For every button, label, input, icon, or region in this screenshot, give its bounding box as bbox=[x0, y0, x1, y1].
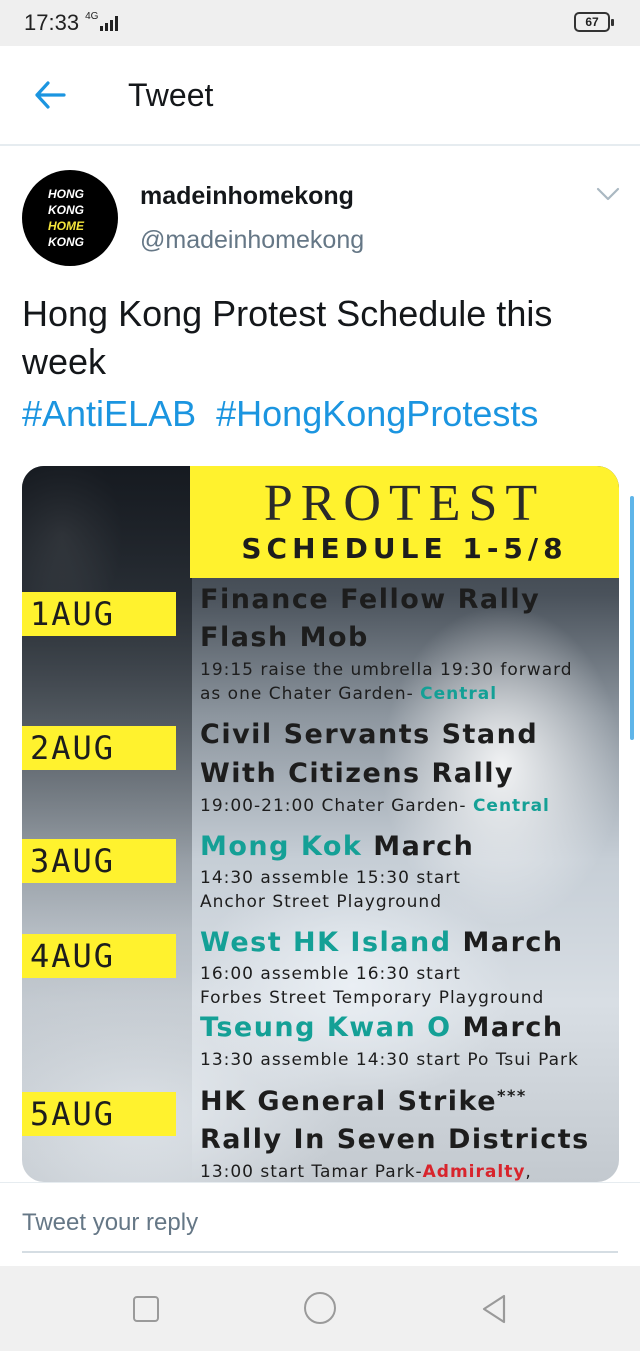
event-details-segment: as one Chater Garden- bbox=[200, 684, 421, 704]
event-title: Tseung Kwan O March bbox=[200, 1012, 564, 1043]
tweet-text: Hong Kong Protest Schedule this week bbox=[22, 293, 553, 382]
event-details-segment: 14:30 assemble 15:30 start bbox=[200, 868, 461, 888]
signal-icon bbox=[100, 15, 119, 31]
event-title: HK General Strike*** bbox=[200, 1086, 527, 1117]
system-nav-bar bbox=[0, 1266, 640, 1351]
poster-subtitle: SCHEDULE 1-5/8 bbox=[241, 532, 568, 565]
avatar[interactable]: HONG KONG HOME KONG bbox=[22, 170, 118, 266]
event-details-segment: 19:15 raise the umbrella 19:30 forward bbox=[200, 660, 573, 680]
day-tag: 3AUG bbox=[22, 839, 176, 883]
avatar-text-2: KONG bbox=[48, 203, 84, 217]
avatar-text-3: HOME bbox=[48, 219, 84, 233]
display-name[interactable]: madeinhomekong bbox=[140, 182, 354, 211]
hashtags: #AntiELAB #HongKongProtests bbox=[22, 390, 548, 438]
square-icon[interactable] bbox=[133, 1296, 159, 1322]
network-type: 4G bbox=[85, 10, 99, 22]
event-title-segment: *** bbox=[497, 1086, 527, 1105]
tweet-media-image[interactable]: PROTEST SCHEDULE 1-5/8 1AUG Finance Fello… bbox=[22, 466, 619, 1182]
event-details-segment: Central bbox=[420, 684, 498, 704]
event-title: With Citizens Rally bbox=[200, 758, 514, 789]
event-details: 13:30 assemble 14:30 start Po Tsui Park bbox=[200, 1050, 579, 1070]
event-title-segment: Finance Fellow Rally bbox=[200, 584, 541, 615]
status-bar: 17:33 4G 67 bbox=[0, 0, 640, 46]
event-details: Anchor Street Playground bbox=[200, 892, 442, 912]
event-title-segment: HK General Strike bbox=[200, 1086, 498, 1117]
event-details: 16:00 assemble 16:30 start bbox=[200, 964, 461, 984]
event-details-segment: Admiralty bbox=[422, 1162, 526, 1182]
scrollbar[interactable] bbox=[630, 496, 634, 740]
user-handle[interactable]: @madeinhomekong bbox=[140, 226, 364, 255]
event-details-segment: 16:00 assemble 16:30 start bbox=[200, 964, 461, 984]
event-details-segment: Anchor Street Playground bbox=[200, 892, 442, 912]
day-tag: 2AUG bbox=[22, 726, 176, 770]
event-details-segment: 13:30 assemble 14:30 start Po Tsui Park bbox=[200, 1050, 579, 1070]
event-details: 14:30 assemble 15:30 start bbox=[200, 868, 461, 888]
event-details-segment: 13:00 start Tamar Park- bbox=[200, 1162, 423, 1182]
day-tag: 5AUG bbox=[22, 1092, 176, 1136]
event-details-segment: 19:00-21:00 Chater Garden- bbox=[200, 796, 473, 816]
battery-icon: 67 bbox=[574, 12, 614, 32]
poster-header: PROTEST SCHEDULE 1-5/8 bbox=[190, 466, 619, 578]
event-details: 19:00-21:00 Chater Garden- Central bbox=[200, 796, 550, 816]
event-title-segment: Mong Kok bbox=[200, 831, 363, 862]
event-title-segment: Rally In Seven Districts bbox=[200, 1124, 590, 1155]
chevron-down-icon[interactable] bbox=[594, 184, 622, 204]
event-title: Flash Mob bbox=[200, 622, 369, 653]
back-button[interactable] bbox=[20, 65, 80, 125]
day-tag: 1AUG bbox=[22, 592, 176, 636]
event-details: Forbes Street Temporary Playground bbox=[200, 988, 544, 1008]
poster-title: PROTEST bbox=[263, 475, 546, 532]
event-details: 19:15 raise the umbrella 19:30 forward bbox=[200, 660, 573, 680]
hashtag-link[interactable]: #AntiELAB bbox=[22, 393, 196, 434]
status-time: 17:33 bbox=[24, 10, 80, 35]
avatar-text-4: KONG bbox=[48, 235, 84, 249]
event-details-segment: , bbox=[525, 1162, 532, 1182]
page-title: Tweet bbox=[128, 76, 214, 113]
event-title-segment: March bbox=[362, 831, 475, 862]
event-details: as one Chater Garden- Central bbox=[200, 684, 497, 704]
avatar-text-1: HONG bbox=[48, 187, 84, 201]
arrow-left-icon bbox=[35, 81, 66, 109]
event-title-segment: Tseung Kwan O bbox=[200, 1012, 452, 1043]
event-title: Civil Servants Stand bbox=[200, 719, 538, 750]
event-title-segment: West HK Island bbox=[200, 927, 452, 958]
event-title: Rally In Seven Districts bbox=[200, 1124, 590, 1155]
event-details: 13:00 start Tamar Park-Admiralty, bbox=[200, 1162, 532, 1182]
triangle-back-icon[interactable] bbox=[478, 1292, 512, 1326]
event-title-segment: With Citizens Rally bbox=[200, 758, 515, 789]
event-title-segment: March bbox=[451, 1012, 564, 1043]
event-details-segment: Forbes Street Temporary Playground bbox=[200, 988, 545, 1008]
day-tag: 4AUG bbox=[22, 934, 176, 978]
event-title: Mong Kok March bbox=[200, 831, 474, 862]
event-title: Finance Fellow Rally bbox=[200, 584, 540, 615]
circle-icon[interactable] bbox=[304, 1292, 336, 1324]
event-title: West HK Island March bbox=[200, 927, 564, 958]
event-title-segment: Flash Mob bbox=[200, 622, 369, 653]
reply-input[interactable]: Tweet your reply bbox=[22, 1209, 618, 1253]
hashtag-link[interactable]: #HongKongProtests bbox=[216, 393, 538, 434]
app-bar: Tweet bbox=[0, 46, 640, 146]
event-title-segment: Civil Servants Stand bbox=[200, 719, 539, 750]
event-title-segment: March bbox=[451, 927, 564, 958]
smoke-overlay bbox=[22, 466, 192, 1182]
event-details-segment: Central bbox=[472, 796, 550, 816]
reply-bar: Tweet your reply bbox=[0, 1182, 640, 1266]
